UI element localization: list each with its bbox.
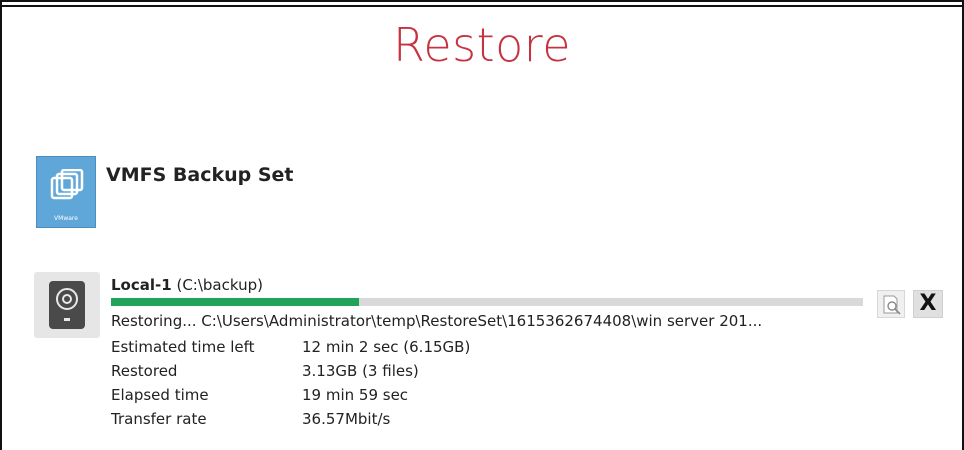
stat-value: 36.57Mbit/s [302,410,391,428]
destination-path: (C:\backup) [176,276,263,294]
page-title: Restore [392,18,572,72]
view-log-button[interactable] [877,290,905,318]
stat-label: Elapsed time [111,386,209,404]
stat-label: Restored [111,362,178,380]
stat-value: 12 min 2 sec (6.15GB) [302,338,471,356]
backup-set-name: VMFS Backup Set [106,164,294,186]
restore-progress-bar [111,298,863,306]
restore-progress-fill [111,298,360,306]
stat-value: 3.13GB (3 files) [302,362,419,380]
top-border-inner [0,5,964,7]
hard-drive-graphic [49,281,85,329]
stat-value: 19 min 59 sec [302,386,409,404]
stat-label: Estimated time left [111,338,255,356]
vmware-icon-label: VMware [54,215,78,222]
destination-title: Local-1 (C:\backup) [111,276,263,294]
restore-status-text: Restoring... C:\Users\Administrator\temp… [111,312,763,330]
destination-name: Local-1 [111,276,172,294]
hard-drive-icon [34,272,100,338]
vmware-logo-graphic [50,169,84,200]
top-border [0,0,964,2]
magnifier-log-icon [883,295,901,315]
cancel-restore-button[interactable]: X [913,290,943,318]
hard-drive-spindle [62,294,72,304]
hard-drive-led [64,318,70,321]
vmware-icon: VMware [36,156,96,228]
stat-label: Transfer rate [111,410,207,428]
